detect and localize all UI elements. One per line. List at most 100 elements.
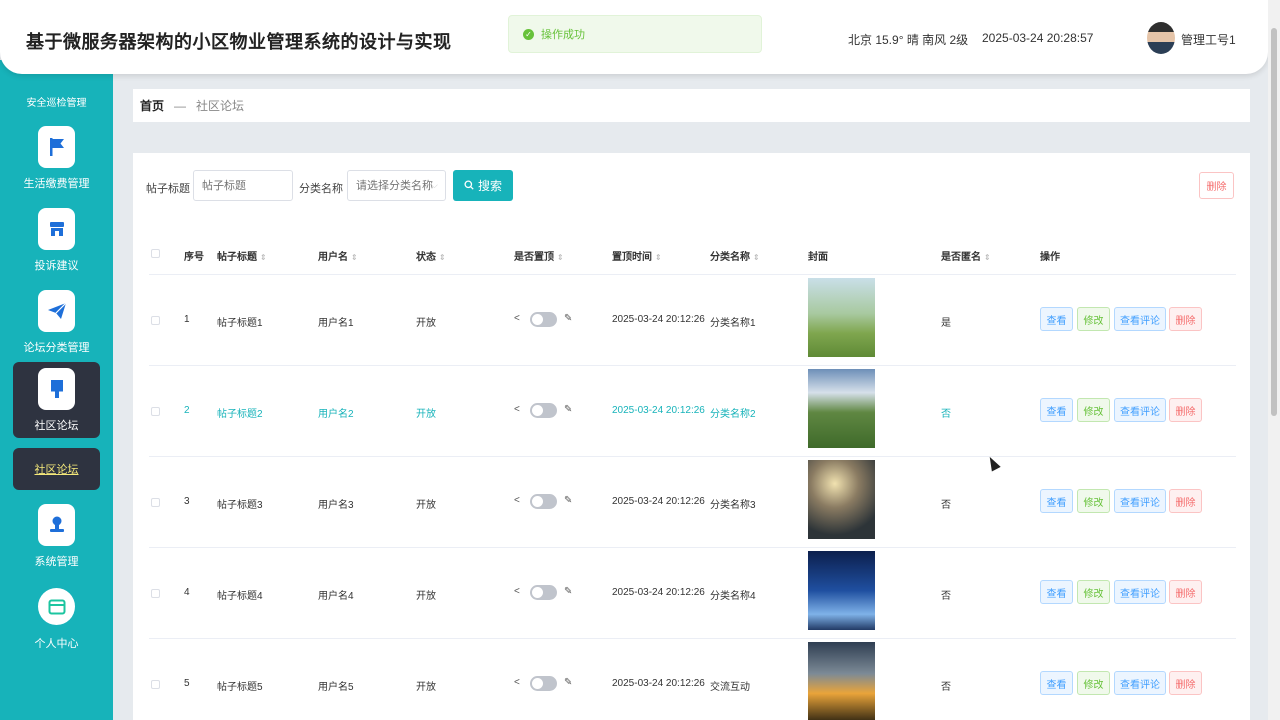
cell-pin-time: 2025-03-24 20:12:26: [612, 678, 705, 689]
cover-image[interactable]: [808, 551, 875, 630]
avatar[interactable]: [1147, 22, 1175, 54]
sidebar-item-profile[interactable]: 个人中心: [13, 580, 100, 656]
view-button[interactable]: 查看: [1040, 398, 1073, 422]
sidebar-item-payment[interactable]: 生活缴费管理: [13, 120, 100, 196]
sidebar-item-forum-category[interactable]: 论坛分类管理: [13, 284, 100, 360]
pencil-icon[interactable]: ✎: [564, 313, 572, 324]
chevron-down-icon: ⌵: [431, 180, 438, 190]
table-row[interactable]: 2 帖子标题2 用户名2 开放 < ✎ 2025-03-24 20:12:26 …: [149, 365, 1236, 456]
edit-button[interactable]: 修改: [1077, 398, 1110, 422]
column-header-pinned[interactable]: 是否置顶 ⇕: [514, 248, 564, 263]
column-header-user[interactable]: 用户名 ⇕: [318, 248, 358, 263]
success-toast: ✓ 操作成功: [508, 15, 762, 53]
select-all-checkbox[interactable]: [151, 249, 160, 258]
cell-anonymous: 否: [941, 591, 951, 602]
cover-image[interactable]: [808, 642, 875, 720]
delete-button[interactable]: 删除: [1169, 489, 1202, 513]
sidebar-item-system[interactable]: 系统管理: [13, 498, 100, 574]
view-comments-button[interactable]: 查看评论: [1114, 489, 1166, 513]
user-name[interactable]: 管理工号1: [1181, 31, 1236, 48]
batch-delete-button[interactable]: 删除: [1199, 172, 1234, 199]
pin-toggle[interactable]: [530, 585, 557, 600]
column-header-status[interactable]: 状态 ⇕: [416, 248, 446, 263]
sort-icon[interactable]: ⇕: [655, 253, 662, 262]
pin-toggle[interactable]: [530, 676, 557, 691]
row-checkbox[interactable]: [151, 498, 160, 507]
edit-button[interactable]: 修改: [1077, 580, 1110, 604]
sort-icon[interactable]: ⇕: [557, 253, 564, 262]
cover-image[interactable]: [808, 278, 875, 357]
cell-no: 4: [184, 587, 190, 598]
cell-pin-time: 2025-03-24 20:12:26: [612, 405, 705, 416]
row-checkbox[interactable]: [151, 316, 160, 325]
view-button[interactable]: 查看: [1040, 671, 1073, 695]
pin-toggle[interactable]: [530, 494, 557, 509]
pencil-icon[interactable]: ✎: [564, 586, 572, 597]
edit-button[interactable]: 修改: [1077, 489, 1110, 513]
category-search-label: 分类名称: [299, 183, 343, 195]
search-button[interactable]: 搜索: [453, 170, 513, 201]
sort-icon[interactable]: ⇕: [984, 253, 991, 262]
view-button[interactable]: 查看: [1040, 580, 1073, 604]
column-header-anonymous[interactable]: 是否匿名 ⇕: [941, 248, 991, 263]
view-button[interactable]: 查看: [1040, 489, 1073, 513]
view-button[interactable]: 查看: [1040, 307, 1073, 331]
sort-icon[interactable]: ⇕: [260, 253, 267, 262]
pin-toggle[interactable]: [530, 312, 557, 327]
share-icon[interactable]: <: [514, 586, 520, 597]
row-checkbox[interactable]: [151, 407, 160, 416]
card-icon: [38, 588, 75, 625]
sidebar-item-label: 生活缴费管理: [23, 178, 90, 190]
sidebar: 安全巡检管理 生活缴费管理 投诉建议 论坛分类管理 社区论坛 社区论坛 系统管理: [0, 60, 113, 720]
cell-no: 5: [184, 678, 190, 689]
sidebar-subitem-forum[interactable]: 社区论坛: [13, 448, 100, 490]
delete-button[interactable]: 删除: [1169, 671, 1202, 695]
view-comments-button[interactable]: 查看评论: [1114, 307, 1166, 331]
scrollbar-thumb[interactable]: [1271, 28, 1277, 416]
cell-category: 分类名称3: [710, 500, 756, 511]
share-icon[interactable]: <: [514, 404, 520, 415]
current-datetime: 2025-03-24 20:28:57: [982, 31, 1094, 45]
breadcrumb-home[interactable]: 首页: [140, 97, 164, 114]
table-row[interactable]: 4 帖子标题4 用户名4 开放 < ✎ 2025-03-24 20:12:26 …: [149, 547, 1236, 638]
row-checkbox[interactable]: [151, 680, 160, 689]
cover-image[interactable]: [808, 460, 875, 539]
page-scrollbar[interactable]: [1268, 0, 1280, 720]
sort-icon[interactable]: ⇕: [753, 253, 760, 262]
delete-button[interactable]: 删除: [1169, 398, 1202, 422]
pencil-icon[interactable]: ✎: [564, 495, 572, 506]
edit-button[interactable]: 修改: [1077, 671, 1110, 695]
table-row[interactable]: 3 帖子标题3 用户名3 开放 < ✎ 2025-03-24 20:12:26 …: [149, 456, 1236, 547]
column-header-category[interactable]: 分类名称 ⇕: [710, 248, 760, 263]
column-header-pin-time[interactable]: 置顶时间 ⇕: [612, 248, 662, 263]
cover-image[interactable]: [808, 369, 875, 448]
column-header-no: 序号: [184, 252, 204, 263]
edit-button[interactable]: 修改: [1077, 307, 1110, 331]
column-header-label: 置顶时间: [612, 252, 652, 263]
sidebar-item-label: 投诉建议: [34, 260, 79, 272]
pin-toggle[interactable]: [530, 403, 557, 418]
row-checkbox[interactable]: [151, 589, 160, 598]
view-comments-button[interactable]: 查看评论: [1114, 398, 1166, 422]
sort-icon[interactable]: ⇕: [351, 253, 358, 262]
title-search-input[interactable]: [193, 170, 293, 201]
search-button-label: 搜索: [477, 179, 502, 193]
delete-button[interactable]: 删除: [1169, 580, 1202, 604]
column-header-title[interactable]: 帖子标题 ⇕: [217, 248, 267, 263]
delete-button[interactable]: 删除: [1169, 307, 1202, 331]
pencil-icon[interactable]: ✎: [564, 404, 572, 415]
pencil-icon[interactable]: ✎: [564, 677, 572, 688]
share-icon[interactable]: <: [514, 313, 520, 324]
sort-icon[interactable]: ⇕: [439, 253, 446, 262]
sidebar-item-complaint[interactable]: 投诉建议: [13, 202, 100, 278]
sidebar-item-forum[interactable]: 社区论坛: [13, 362, 100, 438]
table-row[interactable]: 5 帖子标题5 用户名5 开放 < ✎ 2025-03-24 20:12:26 …: [149, 638, 1236, 720]
cell-user: 用户名3: [318, 500, 354, 511]
view-comments-button[interactable]: 查看评论: [1114, 580, 1166, 604]
view-comments-button[interactable]: 查看评论: [1114, 671, 1166, 695]
share-icon[interactable]: <: [514, 677, 520, 688]
cell-status: 开放: [416, 500, 436, 511]
table-row[interactable]: 1 帖子标题1 用户名1 开放 < ✎ 2025-03-24 20:12:26 …: [149, 274, 1236, 365]
sidebar-item-safety[interactable]: 安全巡检管理: [0, 94, 113, 109]
share-icon[interactable]: <: [514, 495, 520, 506]
